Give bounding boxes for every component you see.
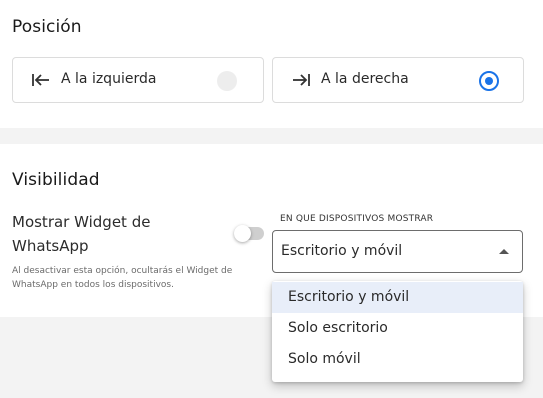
devices-select-value: Escritorio y móvil [281,243,403,259]
position-left-radio[interactable] [217,71,237,91]
show-widget-label: Mostrar Widget de WhatsApp [12,213,151,255]
align-right-arrow-icon [293,74,310,86]
visibility-title: Visibilidad [12,170,100,190]
show-widget-help-text: Al desactivar esta opción, ocultarás el … [12,266,233,290]
position-option-left-label: A la izquierda [61,71,157,87]
position-option-left[interactable]: A la izquierda [12,57,264,103]
position-option-right-label: A la derecha [321,71,409,87]
dropdown-option-desktop-mobile[interactable]: Escritorio y móvil [272,282,523,313]
devices-label: EN QUE DISPOSITIVOS MOSTRAR [280,214,434,224]
align-left-arrow-icon [32,74,49,86]
dropdown-option-desktop-only[interactable]: Solo escritorio [272,313,523,344]
toggle-knob [234,225,251,242]
position-title: Posición [12,17,82,37]
position-option-right[interactable]: A la derecha [272,57,524,103]
devices-dropdown-menu: Escritorio y móvil Solo escritorio Solo … [272,281,523,382]
position-right-radio[interactable] [479,71,499,91]
devices-select[interactable]: Escritorio y móvil [272,230,523,273]
show-widget-toggle[interactable] [234,225,264,242]
caret-up-icon [499,249,509,254]
dropdown-option-mobile-only[interactable]: Solo móvil [272,344,523,375]
